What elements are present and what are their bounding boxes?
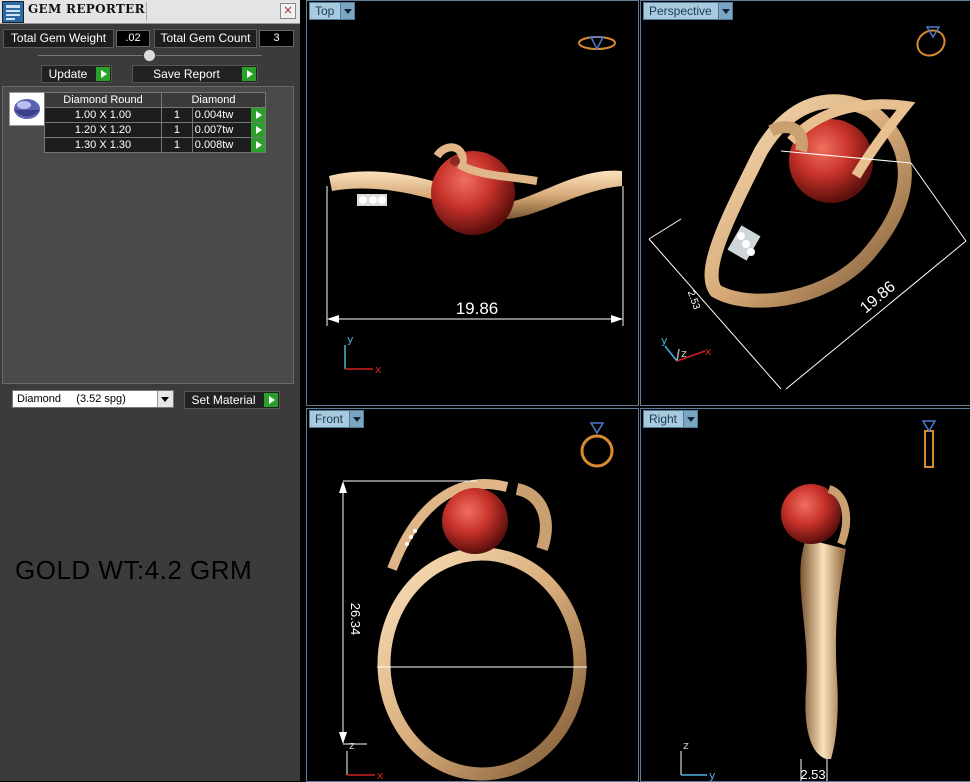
table-row[interactable]: 1.20 X 1.20 1 0.007tw: [44, 122, 267, 138]
axis-gizmo: z x: [346, 739, 384, 781]
play-arrow-icon: [264, 393, 278, 407]
axis-gizmo: y z x: [661, 334, 712, 362]
ring-nav-cube-icon[interactable]: [913, 26, 949, 61]
gem-size-cell: 1.30 X 1.30: [44, 137, 162, 153]
gem-size-cell: 1.00 X 1.00: [44, 107, 162, 123]
dimension-front-value: 26.34: [348, 603, 363, 636]
axis-z-label: z: [683, 739, 689, 752]
play-arrow-icon: [242, 67, 256, 81]
coral-pearl: [442, 488, 508, 554]
gem-weight-value: 0.007tw: [194, 124, 234, 136]
gem-weight-cell[interactable]: 0.008tw: [191, 137, 267, 153]
set-material-button-label: Set Material: [191, 393, 256, 407]
axis-y-label: y: [709, 769, 716, 781]
axis-gizmo: z y: [680, 739, 716, 781]
dimension-perspective-a: 19.86: [857, 278, 899, 317]
ring-front-view: [377, 479, 587, 781]
gem-weight-cell[interactable]: 0.004tw: [191, 107, 267, 123]
axis-x-label: x: [377, 769, 384, 781]
ring-perspective-view: [704, 94, 916, 308]
panel-title: GEM REPORTER: [28, 2, 145, 16]
total-gem-count-label: Total Gem Count: [154, 29, 257, 48]
total-gem-weight-value: .02: [116, 30, 150, 47]
col-diamond: Diamond: [161, 92, 266, 108]
gold-weight-note: GOLD WT:4.2 GRM: [15, 555, 253, 585]
save-report-button[interactable]: Save Report: [132, 65, 258, 83]
play-arrow-icon: [96, 67, 110, 81]
gem-size-cell: 1.20 X 1.20: [44, 122, 162, 138]
play-arrow-icon[interactable]: [251, 108, 265, 122]
ring-top-view: [329, 143, 622, 235]
dimension-perspective-b: 2.53: [685, 289, 702, 311]
coral-pearl: [431, 151, 515, 235]
update-button[interactable]: Update: [41, 65, 112, 83]
dimension-top-value: 19.86: [456, 299, 499, 318]
slider-handle[interactable]: [143, 49, 156, 62]
gem-reporter-app-icon: [2, 1, 24, 23]
play-arrow-icon[interactable]: [251, 138, 265, 152]
gem-table-header: Diamond Round Diamond: [44, 92, 266, 108]
save-report-button-label: Save Report: [153, 67, 220, 81]
ring-nav-cube-icon[interactable]: [921, 420, 937, 468]
play-arrow-icon[interactable]: [251, 123, 265, 137]
viewport-front-scene: 26.34 z x: [339, 422, 614, 781]
close-icon[interactable]: ×: [280, 3, 296, 19]
axis-gizmo: y x: [344, 333, 382, 376]
table-row[interactable]: 1.00 X 1.00 1 0.004tw: [44, 107, 267, 123]
dimension-right-value: 2.53: [800, 767, 825, 781]
dimension-right: 2.53: [800, 759, 828, 781]
viewport-top[interactable]: Top 19.86 y x: [306, 0, 639, 406]
gem-weight-value: 0.004tw: [194, 109, 234, 121]
viewport-front[interactable]: Front 26.34 z x: [306, 408, 639, 782]
chevron-down-icon[interactable]: [157, 391, 173, 407]
panel-titlebar: GEM REPORTER ×: [0, 0, 300, 24]
set-material-button[interactable]: Set Material: [184, 391, 280, 409]
col-diamond-round: Diamond Round: [44, 92, 162, 108]
gem-qty-cell: 1: [161, 137, 193, 153]
material-select[interactable]: Diamond (3.52 spg): [12, 390, 174, 408]
update-button-label: Update: [48, 67, 88, 81]
total-gem-weight-label: Total Gem Weight: [3, 29, 114, 48]
gem-table: Diamond Round Diamond 1.00 X 1.00 1 0.00…: [44, 92, 267, 153]
gem-weight-value: 0.008tw: [194, 139, 234, 151]
gem-qty-cell: 1: [161, 107, 193, 123]
axis-y-label: y: [661, 334, 668, 347]
viewport-perspective-scene: 19.86 2.53 y z x: [648, 26, 967, 390]
viewport-right[interactable]: Right 2.53 z y: [640, 408, 970, 782]
ring-right-view: [781, 484, 851, 759]
axis-z-label: z: [349, 739, 355, 752]
ring-nav-cube-icon[interactable]: [580, 422, 614, 468]
axis-x-label: x: [705, 345, 712, 358]
ring-nav-cube-icon[interactable]: [578, 36, 616, 51]
gem-weight-cell[interactable]: 0.007tw: [191, 122, 267, 138]
viewport-right-scene: 2.53 z y: [680, 420, 937, 781]
material-select-value: Diamond (3.52 spg): [17, 393, 126, 405]
axis-x-label: x: [375, 363, 382, 376]
axis-z-label: z: [681, 347, 687, 360]
table-row[interactable]: 1.30 X 1.30 1 0.008tw: [44, 137, 267, 153]
gem-thumbnail-icon[interactable]: [9, 92, 45, 126]
axis-y-label: y: [347, 333, 354, 346]
viewport-top-scene: 19.86 y x: [326, 36, 624, 376]
total-gem-count-value: 3: [259, 30, 294, 47]
gem-qty-cell: 1: [161, 122, 193, 138]
title-divider: [146, 2, 147, 21]
viewport-perspective[interactable]: Perspective 19.86 2.53 y z x: [640, 0, 970, 406]
gem-reporter-panel: GEM REPORTER × Total Gem Weight .02 Tota…: [0, 0, 300, 781]
